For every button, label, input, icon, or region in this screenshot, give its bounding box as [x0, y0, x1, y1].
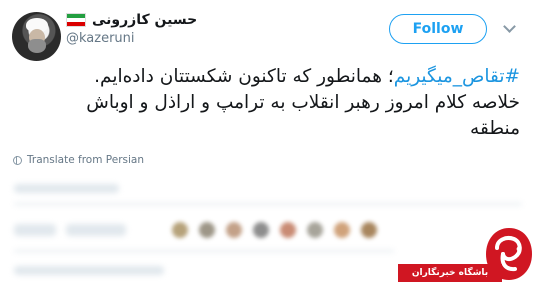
- liker-avatar: [199, 222, 215, 238]
- tweet-line-1: #تقاص_میگیریم؛ همانطور که تاکنون شکستتان…: [12, 64, 520, 90]
- avatar-beard: [28, 39, 46, 53]
- globe-icon: [13, 155, 22, 165]
- tweet-line-3: منطقه: [470, 118, 520, 139]
- author-handle[interactable]: @kazeruni: [66, 31, 135, 46]
- author-name-row[interactable]: حسین کازرونی: [66, 9, 197, 31]
- blurred-divider: [14, 250, 394, 252]
- tweet-line-1-text: ؛ همانطور که تاکنون شکستتان داده‌ایم.: [94, 66, 394, 87]
- avatar[interactable]: [12, 12, 61, 61]
- liker-avatar: [334, 222, 350, 238]
- liker-avatar: [172, 222, 188, 238]
- blurred-stat-count: [66, 224, 126, 236]
- blurred-stat-count: [14, 224, 56, 236]
- author-display-name[interactable]: حسین کازرونی: [92, 12, 197, 28]
- blurred-divider: [14, 203, 522, 205]
- iran-flag-icon: [66, 13, 86, 27]
- liker-avatar: [361, 222, 377, 238]
- blurred-timestamp: [14, 184, 119, 193]
- translate-link[interactable]: Translate from Persian: [13, 154, 144, 166]
- liker-avatar: [307, 222, 323, 238]
- hashtag-link[interactable]: #تقاص_میگیریم: [394, 66, 520, 87]
- tweet-text: #تقاص_میگیریم؛ همانطور که تاکنون شکستتان…: [12, 64, 520, 142]
- chevron-down-icon[interactable]: [503, 20, 516, 33]
- liker-avatar: [253, 222, 269, 238]
- blurred-action-icons: [14, 266, 164, 275]
- follow-button[interactable]: Follow: [389, 14, 487, 44]
- liker-avatar: [280, 222, 296, 238]
- liker-avatar: [226, 222, 242, 238]
- news-agency-label: باشگاه خبرنگاران: [398, 264, 502, 282]
- tweet-line-2: خلاصه کلام امروز رهبر انقلاب به ترامپ و …: [86, 92, 520, 113]
- translate-label[interactable]: Translate from Persian: [27, 154, 144, 166]
